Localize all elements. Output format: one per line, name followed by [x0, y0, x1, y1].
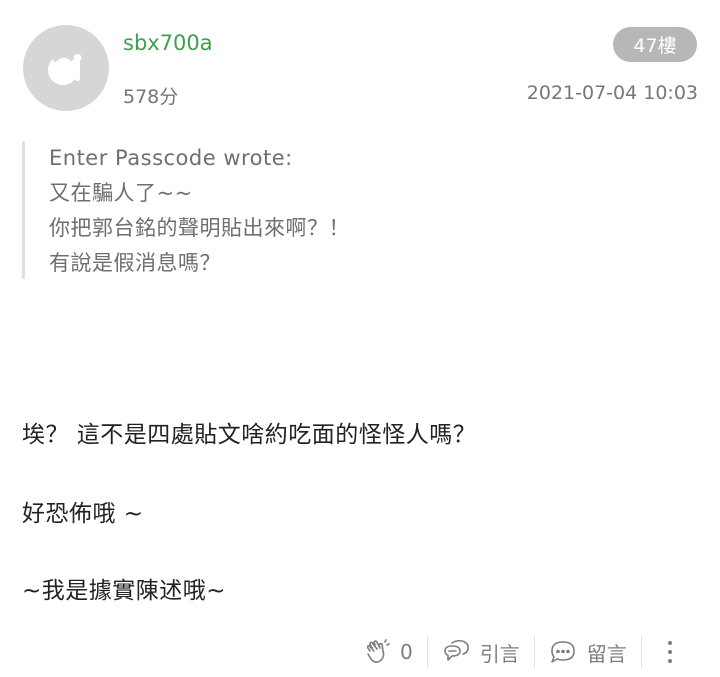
post-body-line: ~我是據實陳述哦~	[22, 578, 227, 604]
floor-badge: 47樓	[613, 27, 697, 62]
post-body-line: 埃？ 這不是四處貼文啥約吃面的怪怪人嗎？	[22, 422, 477, 448]
more-vertical-icon[interactable]	[642, 641, 690, 663]
like-button[interactable]: 0	[350, 639, 427, 665]
username[interactable]: sbx700a	[123, 31, 213, 55]
user-score: 578分	[123, 86, 179, 108]
avatar[interactable]	[23, 25, 109, 111]
quote-line: 又在騙人了~~	[49, 181, 193, 205]
quote-author-line: Enter Passcode wrote:	[49, 146, 293, 170]
quote-label: 引言	[479, 641, 520, 666]
quote-block: Enter Passcode wrote: 又在騙人了~~ 你把郭台銘的聲明貼出…	[22, 141, 662, 279]
comment-label: 留言	[586, 641, 627, 666]
quote-button[interactable]: 引言	[428, 638, 534, 667]
quote-line: 有說是假消息嗎？	[49, 251, 221, 275]
post-timestamp: 2021-07-04 10:03	[526, 82, 698, 104]
default-avatar-icon	[48, 53, 82, 85]
quote-bubble-icon	[443, 639, 469, 661]
chat-bubble-icon	[550, 641, 575, 663]
quote-line: 你把郭台銘的聲明貼出來啊？！	[49, 216, 350, 240]
like-count: 0	[400, 640, 413, 664]
comment-button[interactable]: 留言	[535, 638, 641, 667]
clap-hands-icon	[366, 639, 390, 663]
post-body-line: 好恐佈哦 ~	[22, 501, 144, 527]
post-actions-bar: 0 引言 留言	[350, 629, 710, 675]
